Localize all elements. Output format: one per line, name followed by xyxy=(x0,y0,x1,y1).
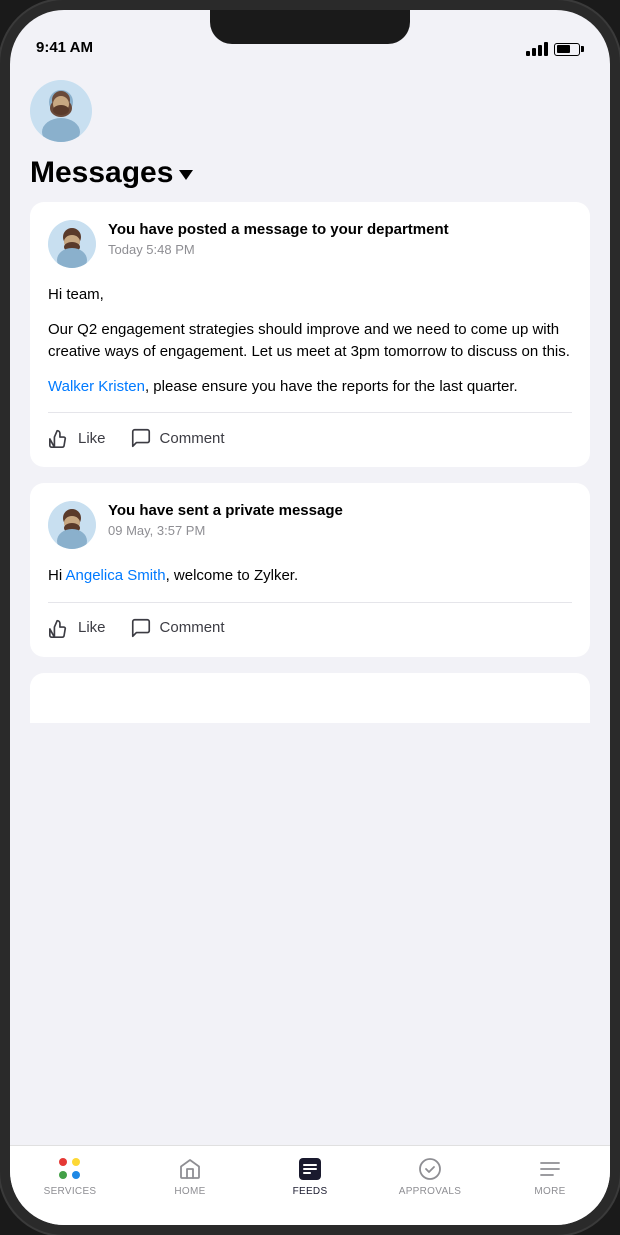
feeds-icon xyxy=(297,1156,323,1182)
home-icon xyxy=(177,1156,203,1182)
tab-item-more[interactable]: MORE xyxy=(490,1156,610,1197)
message-card-3-partial xyxy=(30,673,590,723)
notch xyxy=(210,10,410,44)
card-header-text-1: You have posted a message to your depart… xyxy=(108,220,572,257)
tab-item-approvals[interactable]: APPROVALS xyxy=(370,1156,490,1197)
card-divider-2 xyxy=(48,602,572,603)
tab-label-feeds: FEEDS xyxy=(293,1186,328,1197)
like-label-1: Like xyxy=(78,430,106,447)
tab-label-services: SERVICES xyxy=(44,1186,97,1197)
like-button-1[interactable]: Like xyxy=(48,427,106,449)
card-body-1: Hi team, Our Q2 engagement strategies sh… xyxy=(48,284,572,398)
card-actions-2: Like Comment xyxy=(48,617,572,639)
tab-item-feeds[interactable]: FEEDS xyxy=(250,1156,370,1197)
card-title-2: You have sent a private message xyxy=(108,501,572,521)
comment-icon-2 xyxy=(130,617,152,639)
content-area: Messages You have posted a message to xyxy=(10,64,610,1145)
comment-label-2: Comment xyxy=(160,619,225,636)
services-icon xyxy=(57,1156,83,1182)
more-icon xyxy=(537,1156,563,1182)
tab-item-home[interactable]: HOME xyxy=(130,1156,250,1197)
body-p1-2: Hi Angelica Smith, welcome to Zylker. xyxy=(48,565,572,588)
tab-bar: SERVICES HOME FEEDS xyxy=(10,1145,610,1225)
tab-item-services[interactable]: SERVICES xyxy=(10,1156,130,1197)
mention-2: Angelica Smith xyxy=(66,567,166,584)
profile-section: Messages xyxy=(30,64,590,202)
like-icon-2 xyxy=(48,617,70,639)
message-card-1: You have posted a message to your depart… xyxy=(30,202,590,467)
comment-button-1[interactable]: Comment xyxy=(130,427,225,449)
body-post-2: , welcome to Zylker. xyxy=(166,567,299,584)
phone-frame: 9:41 AM xyxy=(10,10,610,1225)
card-time-1: Today 5:48 PM xyxy=(108,242,572,257)
page-title: Messages xyxy=(30,156,173,190)
card-body-2: Hi Angelica Smith, welcome to Zylker. xyxy=(48,565,572,588)
like-button-2[interactable]: Like xyxy=(48,617,106,639)
status-icons xyxy=(526,42,584,56)
signal-icon xyxy=(526,42,548,56)
mention-1: Walker Kristen xyxy=(48,378,145,395)
body-p2-1: Our Q2 engagement strategies should impr… xyxy=(48,319,572,364)
status-time: 9:41 AM xyxy=(36,39,93,56)
body-pre-2: Hi xyxy=(48,567,66,584)
card-divider-1 xyxy=(48,412,572,413)
like-label-2: Like xyxy=(78,619,106,636)
card-avatar-1 xyxy=(48,220,96,268)
dropdown-arrow-icon[interactable] xyxy=(179,170,193,180)
page-title-row: Messages xyxy=(30,156,590,190)
card-time-2: 09 May, 3:57 PM xyxy=(108,523,572,538)
comment-icon-1 xyxy=(130,427,152,449)
message-card-2: You have sent a private message 09 May, … xyxy=(30,483,590,657)
avatar xyxy=(30,80,92,142)
card-avatar-2 xyxy=(48,501,96,549)
body-p1-1: Hi team, xyxy=(48,284,572,307)
body-p3-1: Walker Kristen, please ensure you have t… xyxy=(48,376,572,399)
body-p3-post-1: , please ensure you have the reports for… xyxy=(145,378,518,395)
tab-label-more: MORE xyxy=(534,1186,565,1197)
tab-label-home: HOME xyxy=(174,1186,205,1197)
comment-button-2[interactable]: Comment xyxy=(130,617,225,639)
card-header-text-2: You have sent a private message 09 May, … xyxy=(108,501,572,538)
card-header-1: You have posted a message to your depart… xyxy=(48,220,572,268)
tab-label-approvals: APPROVALS xyxy=(399,1186,462,1197)
like-icon-1 xyxy=(48,427,70,449)
card-title-1: You have posted a message to your depart… xyxy=(108,220,572,240)
card-header-2: You have sent a private message 09 May, … xyxy=(48,501,572,549)
comment-label-1: Comment xyxy=(160,430,225,447)
approvals-icon xyxy=(417,1156,443,1182)
battery-icon xyxy=(554,43,584,56)
card-actions-1: Like Comment xyxy=(48,427,572,449)
